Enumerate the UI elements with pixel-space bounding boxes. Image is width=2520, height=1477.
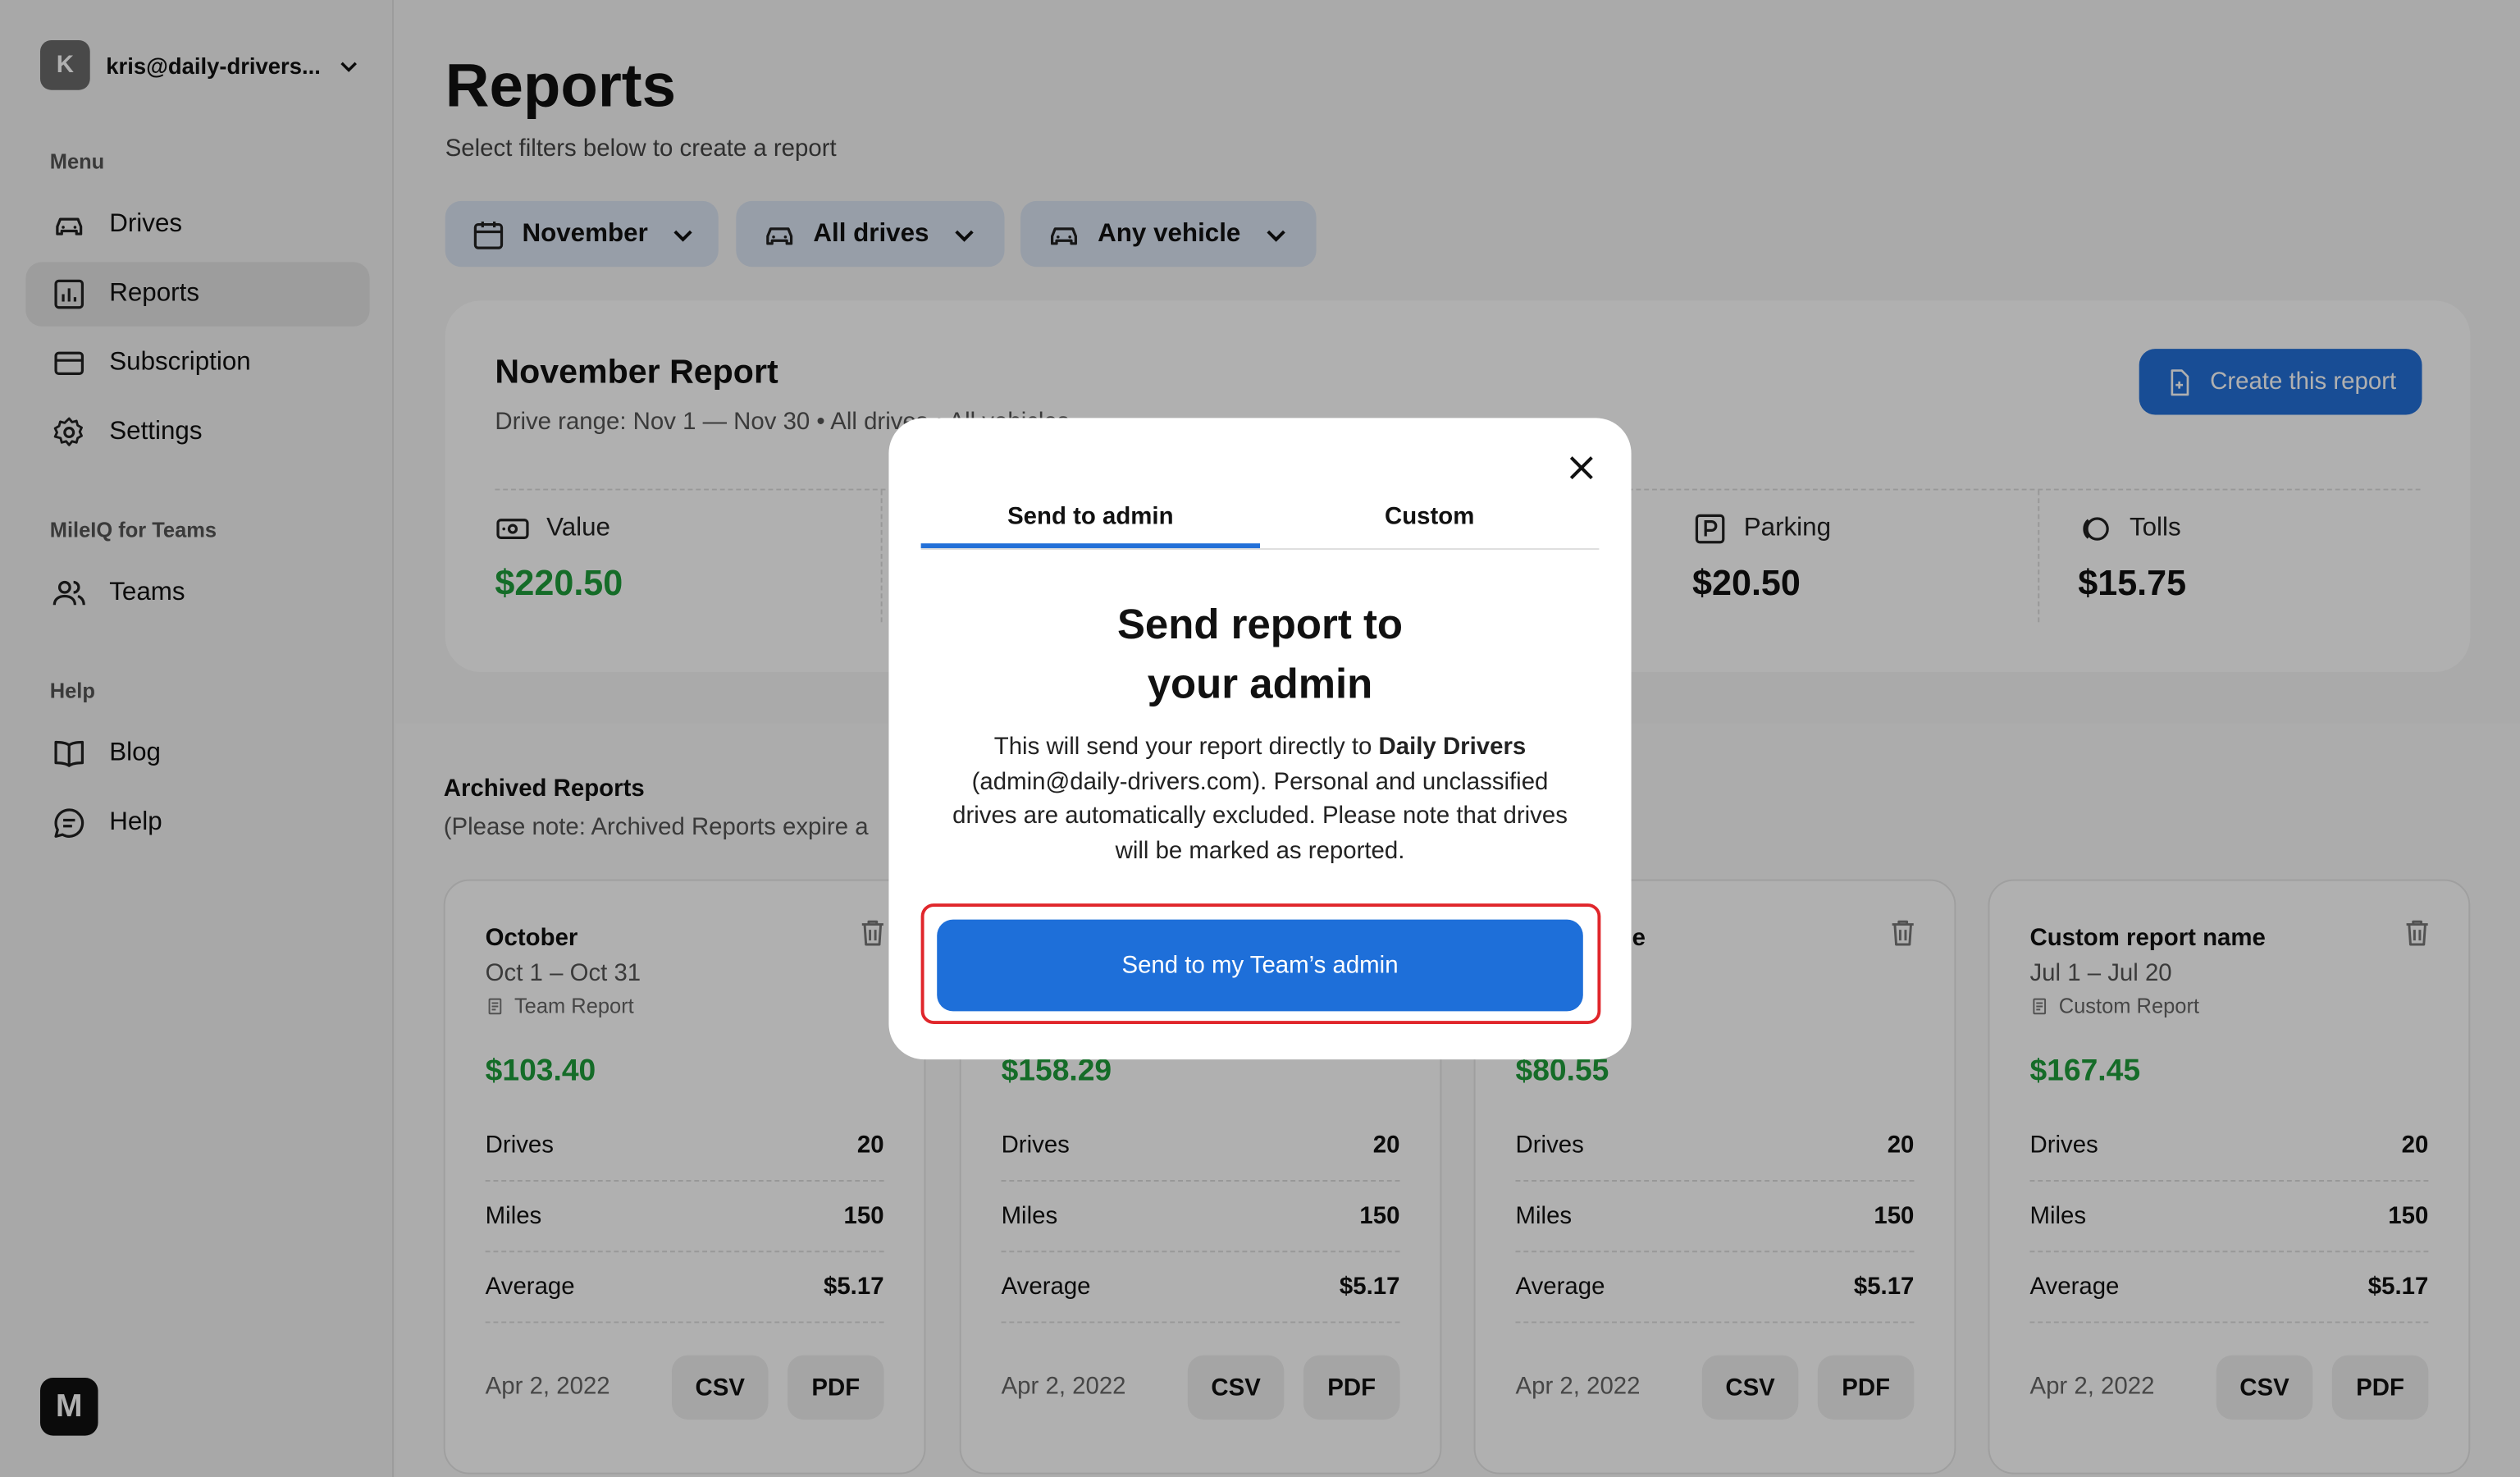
tab-send-to-admin[interactable]: Send to admin (920, 495, 1261, 549)
admin-team-name: Daily Drivers (1378, 733, 1527, 761)
modal-title-line: your admin (1147, 659, 1373, 708)
send-to-admin-button[interactable]: Send to my Team’s admin (937, 919, 1583, 1012)
modal-description-text: This will send your report directly to (993, 733, 1379, 761)
close-icon[interactable] (1564, 450, 1599, 486)
modal-description: This will send your report directly to D… (937, 729, 1583, 867)
tab-custom[interactable]: Custom (1260, 495, 1599, 548)
send-report-modal: Send to admin Custom Send report to your… (888, 418, 1632, 1060)
modal-tabs: Send to admin Custom (920, 495, 1600, 551)
modal-description-text: (admin@daily-drivers.com). Personal and … (952, 767, 1568, 865)
modal-title-line: Send report to (1116, 599, 1404, 648)
modal-title: Send report to your admin (888, 595, 1631, 714)
